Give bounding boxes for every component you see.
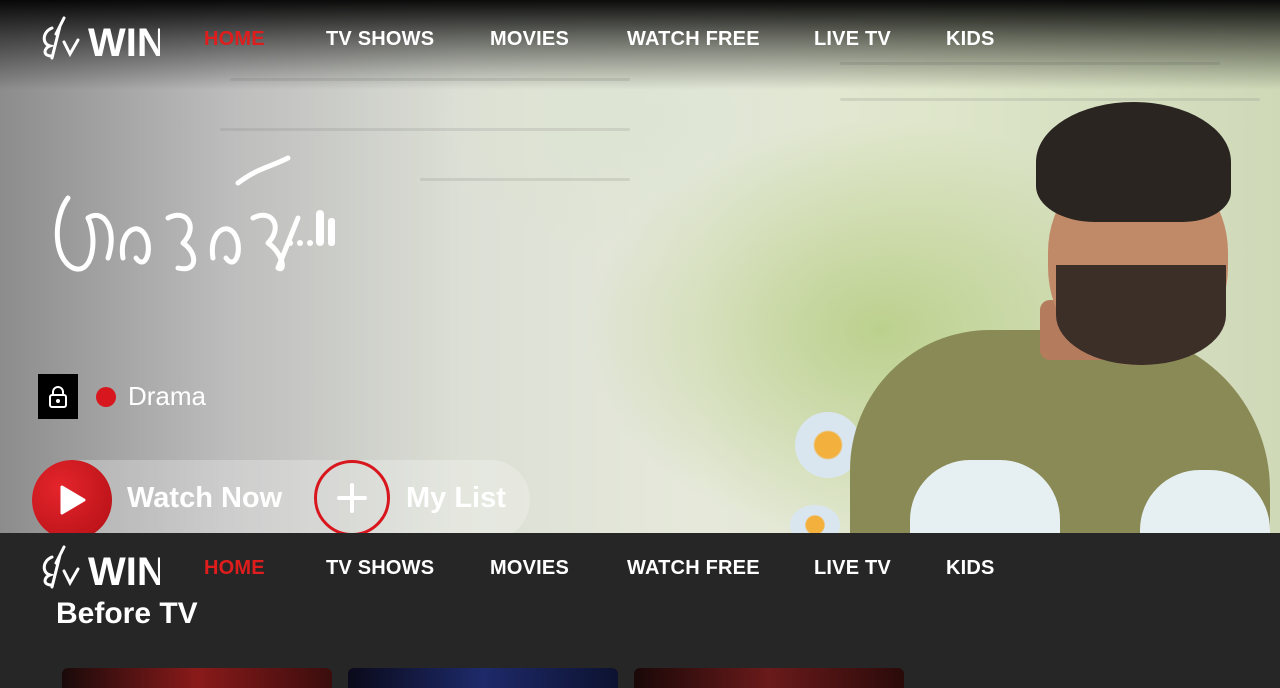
content-card[interactable] (634, 668, 904, 688)
nav-watch-free[interactable]: WATCH FREE (627, 28, 760, 51)
nav-live-tv[interactable]: LIVE TV (814, 28, 891, 51)
content-card[interactable] (62, 668, 332, 688)
svg-text:WIN: WIN (88, 550, 160, 591)
section-title: Before TV (56, 597, 198, 630)
show-title-art (48, 148, 348, 293)
watch-now-button[interactable] (32, 460, 112, 533)
nav-movies[interactable]: MOVIES (490, 557, 569, 580)
flower-decoration (790, 505, 840, 533)
svg-text:WIN: WIN (88, 21, 160, 62)
etv-win-logo[interactable]: WIN (38, 543, 160, 591)
play-icon (60, 485, 86, 515)
genre-label: Drama (128, 381, 207, 411)
nav-tv-shows[interactable]: TV SHOWS (326, 28, 434, 51)
watch-now-label[interactable]: Watch Now (127, 482, 282, 515)
plus-icon (337, 483, 367, 513)
hero-actor-image (840, 100, 1280, 533)
content-card[interactable] (348, 668, 618, 688)
nav-kids[interactable]: KIDS (946, 28, 995, 51)
top-navigation: WIN HOME TV SHOWS MOVIES WATCH FREE LIVE… (0, 0, 1280, 80)
nav-home[interactable]: HOME (204, 557, 265, 580)
sticky-navigation: WIN HOME TV SHOWS MOVIES WATCH FREE LIVE… (0, 533, 1280, 605)
etv-win-logo[interactable]: WIN (38, 14, 160, 62)
hero-meta: Drama (38, 374, 206, 419)
nav-kids[interactable]: KIDS (946, 557, 995, 580)
nav-home[interactable]: HOME (204, 28, 265, 51)
nav-tv-shows[interactable]: TV SHOWS (326, 557, 434, 580)
nav-movies[interactable]: MOVIES (490, 28, 569, 51)
nav-watch-free[interactable]: WATCH FREE (627, 557, 760, 580)
nav-live-tv[interactable]: LIVE TV (814, 557, 891, 580)
my-list-label[interactable]: My List (406, 482, 506, 515)
background-script (220, 128, 630, 131)
genre-dot (96, 386, 116, 407)
add-to-list-button[interactable] (314, 460, 390, 533)
lock-icon (38, 374, 78, 419)
background-script (420, 178, 630, 181)
